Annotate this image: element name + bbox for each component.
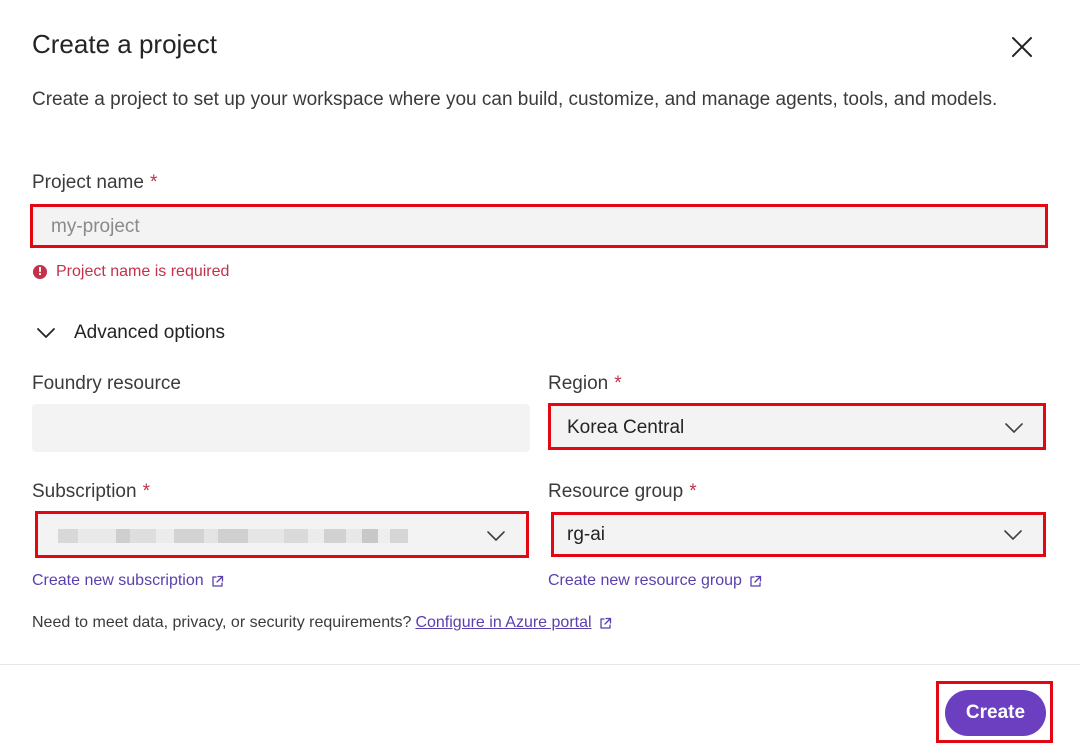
subscription-label: Subscription * — [32, 480, 150, 504]
dialog-title: Create a project — [32, 29, 217, 59]
close-icon — [1012, 37, 1032, 57]
required-mark: * — [689, 481, 697, 502]
project-name-error-text: Project name is required — [56, 263, 230, 280]
chevron-down-icon — [1005, 423, 1023, 433]
resource-group-select[interactable]: rg-ai — [554, 515, 1043, 555]
advanced-options-label: Advanced options — [74, 322, 226, 343]
footer-divider — [0, 664, 1080, 665]
subscription-select[interactable] — [38, 514, 526, 558]
required-mark: * — [142, 481, 150, 502]
project-name-input[interactable]: my-project — [32, 206, 1046, 248]
resource-group-value: rg-ai — [567, 524, 606, 545]
external-link-icon — [211, 575, 223, 587]
foundry-resource-label: Foundry resource — [32, 373, 181, 394]
region-label: Region * — [548, 372, 622, 396]
create-new-subscription-link[interactable]: Create new subscription — [32, 571, 224, 591]
chevron-down-icon — [1004, 530, 1022, 540]
dialog-description: Create a project to set up your workspac… — [32, 89, 998, 110]
error-icon: ! — [33, 265, 47, 279]
redacted-subscription-value — [58, 529, 408, 543]
resource-group-label: Resource group * — [548, 480, 697, 504]
create-new-resource-group-text: Create new resource group — [548, 572, 742, 589]
region-value: Korea Central — [567, 417, 685, 438]
required-mark: * — [149, 172, 158, 193]
region-select[interactable]: Korea Central — [551, 406, 1044, 450]
project-name-label-text: Project name — [32, 172, 144, 193]
configure-azure-portal-link[interactable]: Configure in Azure portal — [415, 613, 591, 633]
external-link-icon — [599, 617, 611, 629]
chevron-down-icon — [487, 531, 505, 541]
close-button[interactable] — [1005, 30, 1039, 64]
project-name-placeholder: my-project — [51, 215, 140, 237]
required-mark: * — [614, 373, 622, 394]
region-label-text: Region — [548, 373, 609, 394]
foundry-resource-field[interactable] — [32, 404, 530, 452]
subscription-label-text: Subscription — [32, 481, 137, 502]
create-button[interactable]: Create — [945, 690, 1046, 736]
create-new-resource-group-link[interactable]: Create new resource group — [548, 571, 762, 591]
chevron-down-icon — [37, 328, 55, 338]
project-name-error: ! Project name is required — [33, 262, 229, 282]
create-new-subscription-text: Create new subscription — [32, 572, 204, 589]
external-link-icon — [750, 575, 762, 587]
advanced-options-toggle[interactable]: Advanced options — [36, 322, 225, 344]
resource-group-label-text: Resource group — [548, 481, 684, 502]
compliance-footnote: Need to meet data, privacy, or security … — [32, 613, 612, 633]
project-name-label: Project name * — [32, 171, 157, 195]
create-project-dialog: Create a project Create a project to set… — [0, 0, 1080, 756]
footnote-text: Need to meet data, privacy, or security … — [32, 614, 412, 631]
